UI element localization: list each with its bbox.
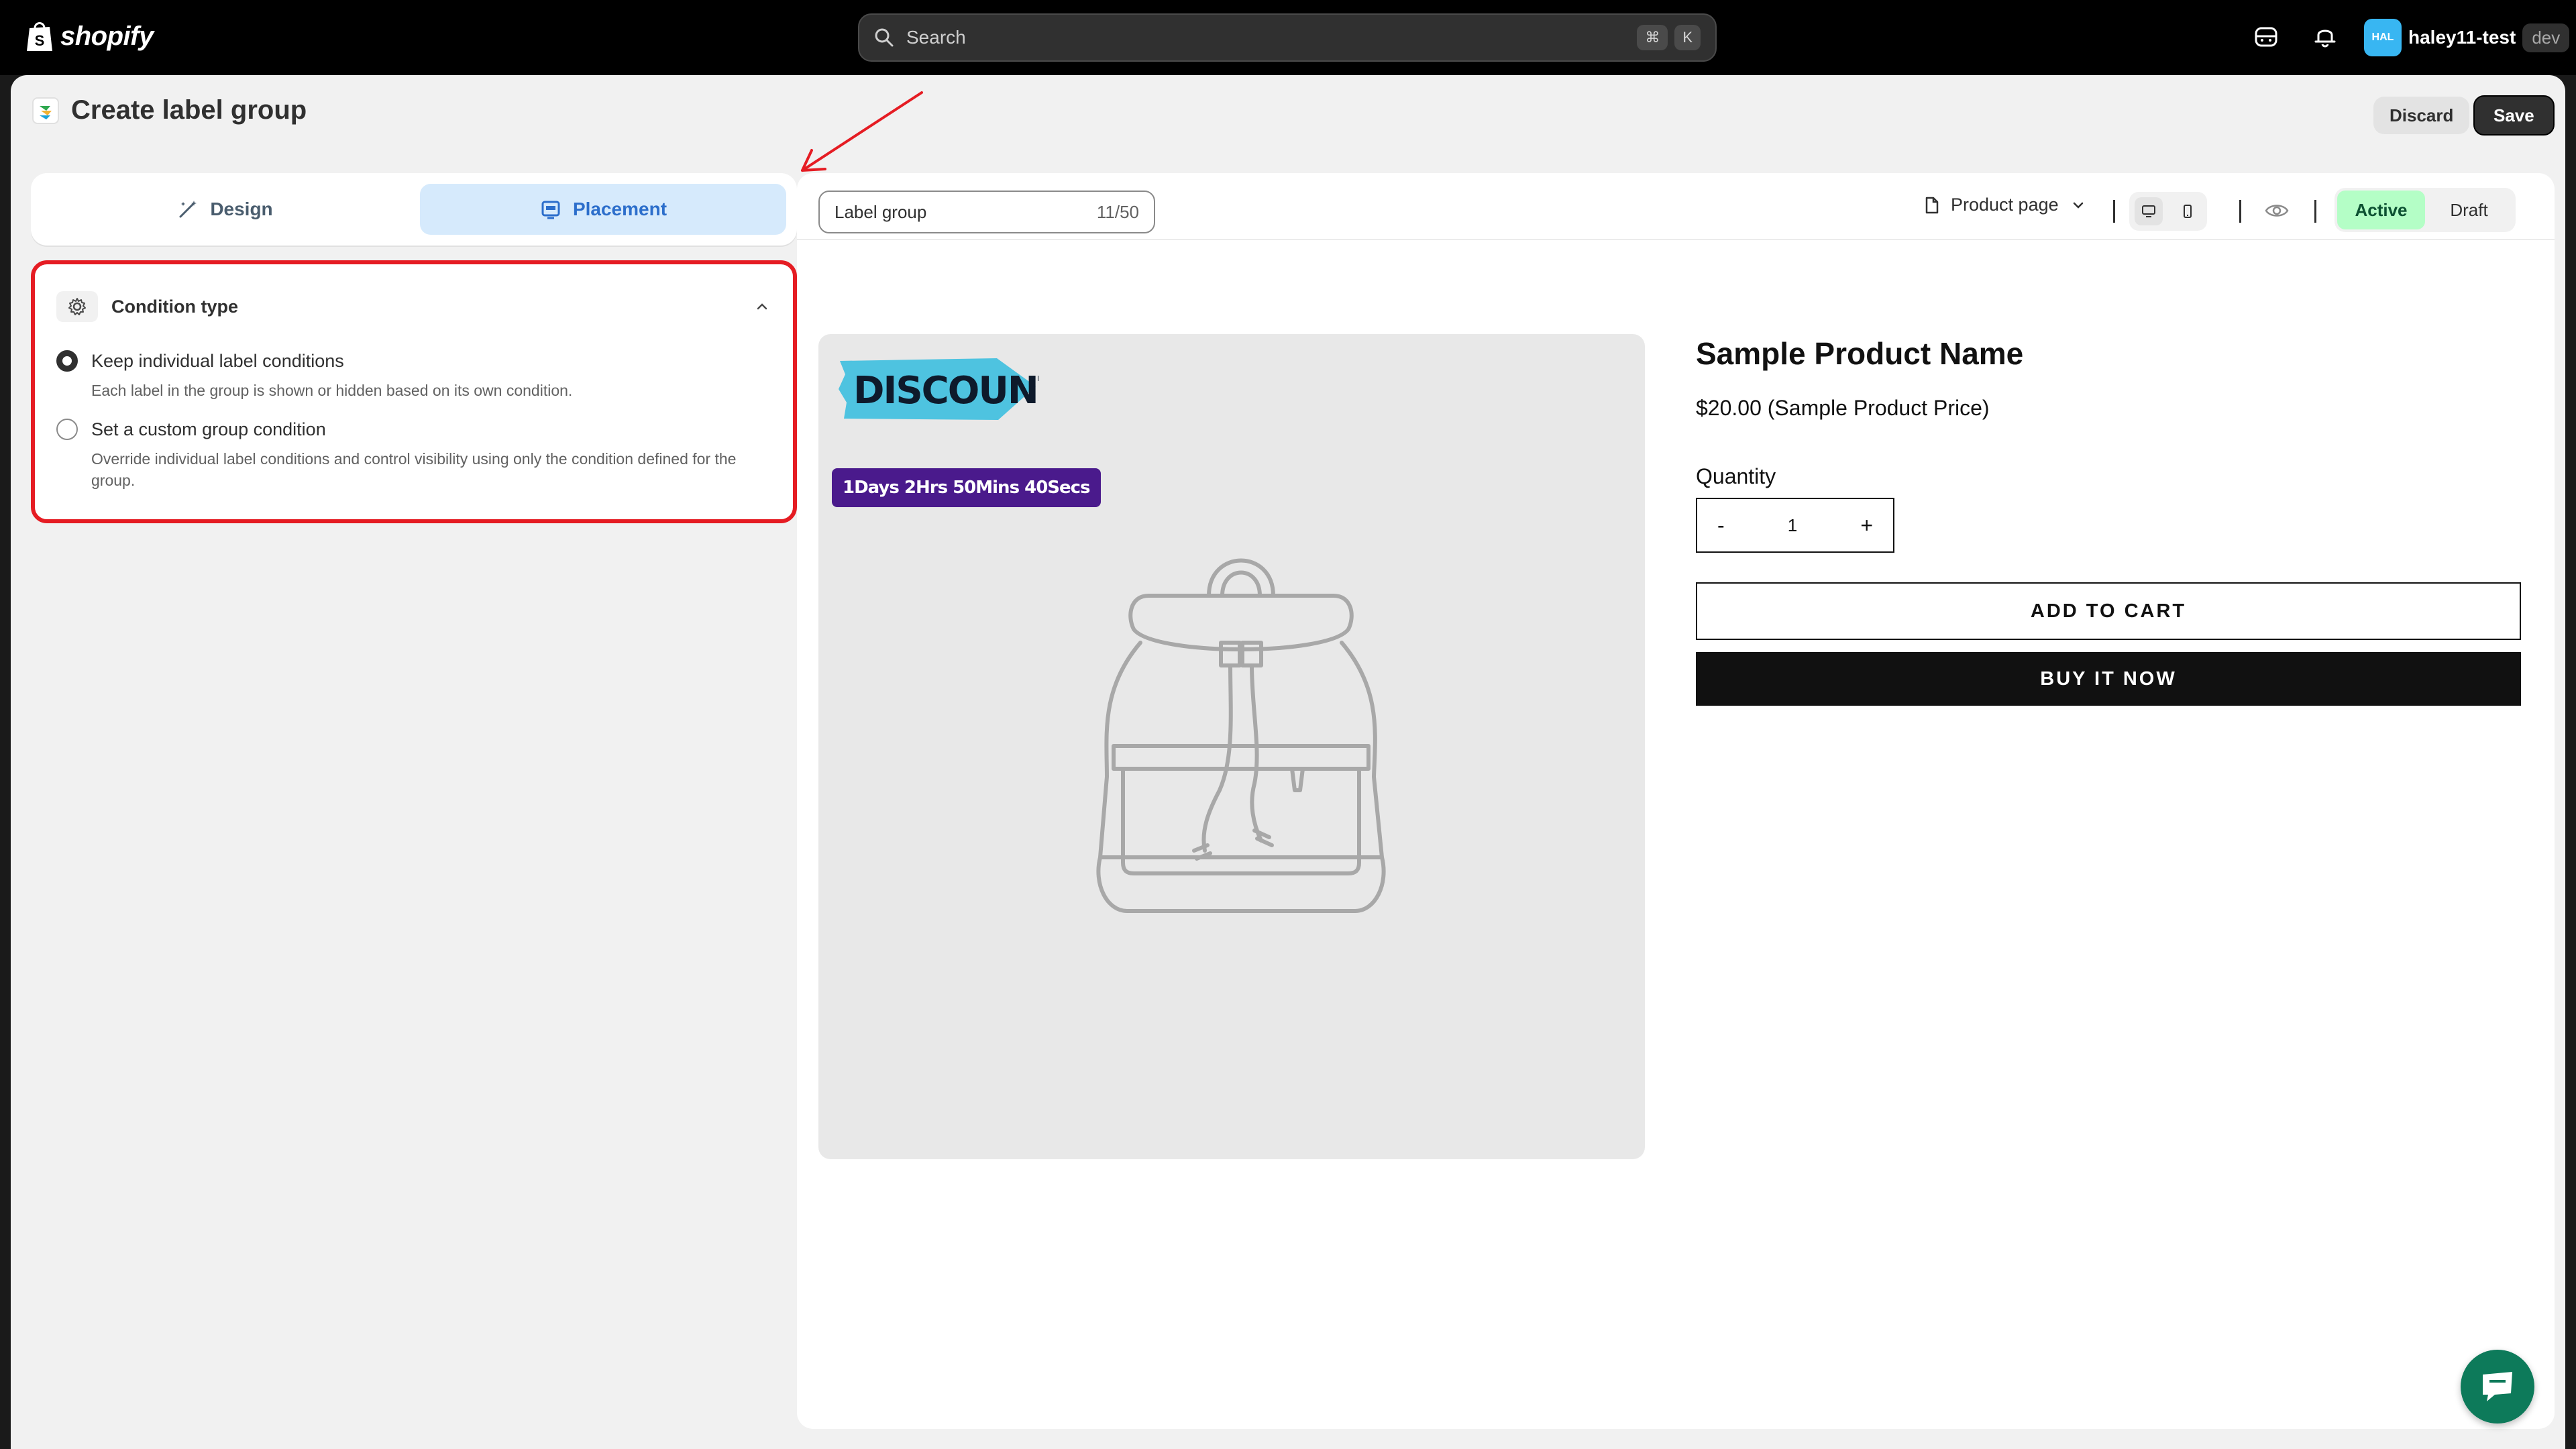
avatar: HAL [2364,19,2402,56]
shopify-logo[interactable]: S shopify [25,20,154,52]
product-name: Sample Product Name [1696,336,2024,371]
page-icon [1925,197,1939,213]
tab-design[interactable]: Design [42,184,408,235]
status-toggle: Active Draft [2334,188,2516,232]
group-name-value: Label group [835,201,927,222]
radio-individual-conditions[interactable] [56,350,78,372]
app-logo-icon [32,97,59,124]
search-shortcut: ⌘ K [1637,25,1701,50]
user-name: haley11-test [2408,27,2516,48]
option-label: Set a custom group condition [91,419,326,439]
chat-icon [2483,1372,2512,1401]
page-header: Create label group [32,95,307,125]
group-name-field[interactable]: Label group 11/50 [818,191,1155,233]
shortcut-k-key: K [1674,25,1701,50]
tab-placement[interactable]: Placement [420,184,786,235]
quantity-decrease-button[interactable]: - [1717,513,1725,538]
option-custom-group-condition[interactable]: Set a custom group condition Override in… [56,419,771,491]
search-placeholder: Search [906,27,966,48]
condition-type-title: Condition type [111,296,238,317]
search-icon [875,28,894,47]
chevron-down-icon [2073,202,2083,209]
bell-icon[interactable] [2312,23,2339,50]
add-to-cart-button[interactable]: ADD TO CART [1696,582,2521,640]
search-bar[interactable]: Search ⌘ K [858,13,1717,62]
char-counter: 11/50 [1096,201,1139,222]
radio-custom-group-condition[interactable] [56,419,78,440]
status-draft-button[interactable]: Draft [2425,191,2513,229]
mobile-view-button[interactable] [2174,197,2202,225]
product-image: DISCOUNT 1Days 2Hrs 50Mins 40Secs [818,334,1645,1159]
option-label: Keep individual label conditions [91,351,344,371]
discount-text: DISCOUNT [853,369,1038,413]
divider [2314,200,2316,223]
countdown-timer-label[interactable]: 1Days 2Hrs 50Mins 40Secs [832,468,1101,507]
option-description: Override individual label conditions and… [91,450,737,489]
shortcut-cmd-key: ⌘ [1637,25,1668,50]
eye-icon[interactable] [2263,197,2290,224]
editor-tabs: Design Placement [31,173,797,246]
app-surface: Create label group Discard Save Design P… [11,75,2565,1449]
store-badge: dev [2522,23,2570,52]
buy-it-now-button[interactable]: BUY IT NOW [1696,652,2521,706]
user-menu[interactable]: HAL haley11-test dev [2364,19,2570,56]
device-toggle [2129,192,2207,231]
preview-toolbar: Label group 11/50 Product page Active Dr… [797,173,2555,240]
backpack-illustration [1096,558,1386,913]
quantity-increase-button[interactable]: + [1860,513,1873,538]
gear-icon [56,291,98,322]
mobile-icon [2184,205,2192,218]
condition-type-header[interactable]: Condition type [56,291,771,322]
layout-icon [541,201,560,219]
annotation-arrow [801,91,923,172]
chat-button[interactable] [2461,1350,2534,1424]
divider [2113,200,2115,223]
svg-text:S: S [35,32,45,49]
quantity-value[interactable]: 1 [1788,515,1797,536]
shopify-bag-icon: S [27,22,52,51]
top-bar: S shopify Search ⌘ K HAL haley11-test de… [0,0,2576,75]
status-active-button[interactable]: Active [2337,191,2425,229]
sidekick-icon[interactable] [2253,23,2279,50]
chevron-up-icon[interactable] [753,297,771,316]
divider [2239,200,2241,223]
quantity-stepper: - 1 + [1696,498,1894,553]
product-price: $20.00 (Sample Product Price) [1696,396,1990,420]
wand-icon [179,201,197,218]
desktop-icon [2142,205,2155,217]
condition-type-card: Condition type Keep individual label con… [31,260,797,523]
page-type-label: Product page [1951,195,2059,215]
option-individual-conditions[interactable]: Keep individual label conditions Each la… [56,350,771,401]
brand-name: shopify [60,21,154,51]
discard-button[interactable]: Discard [2373,97,2470,134]
page-type-select[interactable]: Product page [1921,195,2088,215]
discount-label[interactable]: DISCOUNT [837,353,1038,423]
page-title: Create label group [71,95,307,125]
tab-placement-label: Placement [572,199,667,219]
quantity-label: Quantity [1696,464,1776,488]
preview-panel: Label group 11/50 Product page Active Dr… [797,173,2555,1429]
save-button[interactable]: Save [2473,95,2555,136]
option-description: Each label in the group is shown or hidd… [91,382,573,399]
tab-design-label: Design [210,199,273,219]
desktop-view-button[interactable] [2135,197,2163,225]
